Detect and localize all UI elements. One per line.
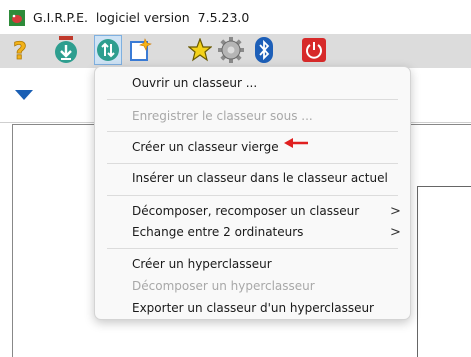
toolbar: ? (0, 34, 471, 68)
bluetooth-button[interactable] (250, 35, 278, 65)
svg-text:?: ? (13, 37, 27, 63)
app-name: G.I.R.P.E. (33, 10, 88, 25)
menu-item-export-from-hyperworkbook[interactable]: Exporter un classeur d'un hyperclasseur (95, 297, 410, 319)
new-document-icon (130, 38, 152, 61)
menu-item-create-hyperworkbook[interactable]: Créer un hyperclasseur (95, 253, 410, 275)
settings-button[interactable] (217, 35, 245, 65)
app-logo-icon (9, 10, 25, 26)
download-icon (55, 36, 77, 63)
version-text: logiciel version 7.5.23.0 (95, 10, 250, 25)
sort-arrows-icon (97, 39, 119, 61)
menu-item-label: Décomposer, recomposer un classeur (132, 204, 360, 218)
menu-item-decompose-workbook[interactable]: Décomposer, recomposer un classeur > (95, 200, 410, 222)
title-bar: G.I.R.P.E. logiciel version 7.5.23.0 (0, 0, 471, 34)
menu-separator (107, 99, 398, 100)
menu-item-label: Echange entre 2 ordinateurs (132, 225, 304, 239)
menu-item-label: Décomposer un hyperclasseur (132, 279, 315, 293)
submenu-chevron-icon: > (390, 203, 401, 219)
question-mark-icon: ? (13, 37, 28, 63)
menu-separator (107, 163, 398, 164)
menu-item-label: Ouvrir un classeur ... (132, 76, 258, 90)
side-panel (417, 186, 471, 357)
menu-item-exchange-computers[interactable]: Echange entre 2 ordinateurs > (95, 221, 410, 243)
bluetooth-icon (255, 37, 273, 63)
help-button[interactable]: ? (6, 35, 34, 65)
star-icon (188, 38, 212, 62)
menu-item-open-workbook[interactable]: Ouvrir un classeur ... (95, 72, 410, 94)
file-menu: Ouvrir un classeur ... Enregistrer le cl… (94, 66, 411, 320)
dropdown-triangle-icon[interactable] (15, 90, 33, 100)
menu-item-label: Exporter un classeur d'un hyperclasseur (132, 301, 374, 315)
power-button[interactable] (300, 35, 328, 65)
menu-item-label: Insérer un classeur dans le classeur act… (132, 171, 388, 185)
menu-item-label: Créer un classeur vierge (132, 140, 279, 154)
menu-item-insert-workbook[interactable]: Insérer un classeur dans le classeur act… (95, 167, 410, 189)
menu-item-save-workbook-as: Enregistrer le classeur sous ... (95, 105, 410, 127)
menu-separator (107, 131, 398, 132)
menu-item-decompose-hyperworkbook: Décomposer un hyperclasseur (95, 275, 410, 297)
download-button[interactable] (52, 35, 80, 65)
menu-item-label: Enregistrer le classeur sous ... (132, 109, 313, 123)
window-title: G.I.R.P.E. logiciel version 7.5.23.0 (33, 10, 249, 25)
annotation-arrow-icon (284, 138, 308, 148)
sort-button[interactable] (94, 35, 122, 65)
menu-item-label: Créer un hyperclasseur (132, 257, 272, 271)
menu-item-create-blank-workbook[interactable]: Créer un classeur vierge (95, 136, 410, 158)
submenu-chevron-icon: > (390, 224, 401, 240)
new-file-button[interactable] (126, 35, 154, 65)
power-icon (302, 38, 326, 62)
menu-separator (107, 248, 398, 249)
star-button[interactable] (186, 35, 214, 65)
menu-separator (107, 195, 398, 196)
gear-icon (218, 37, 244, 63)
